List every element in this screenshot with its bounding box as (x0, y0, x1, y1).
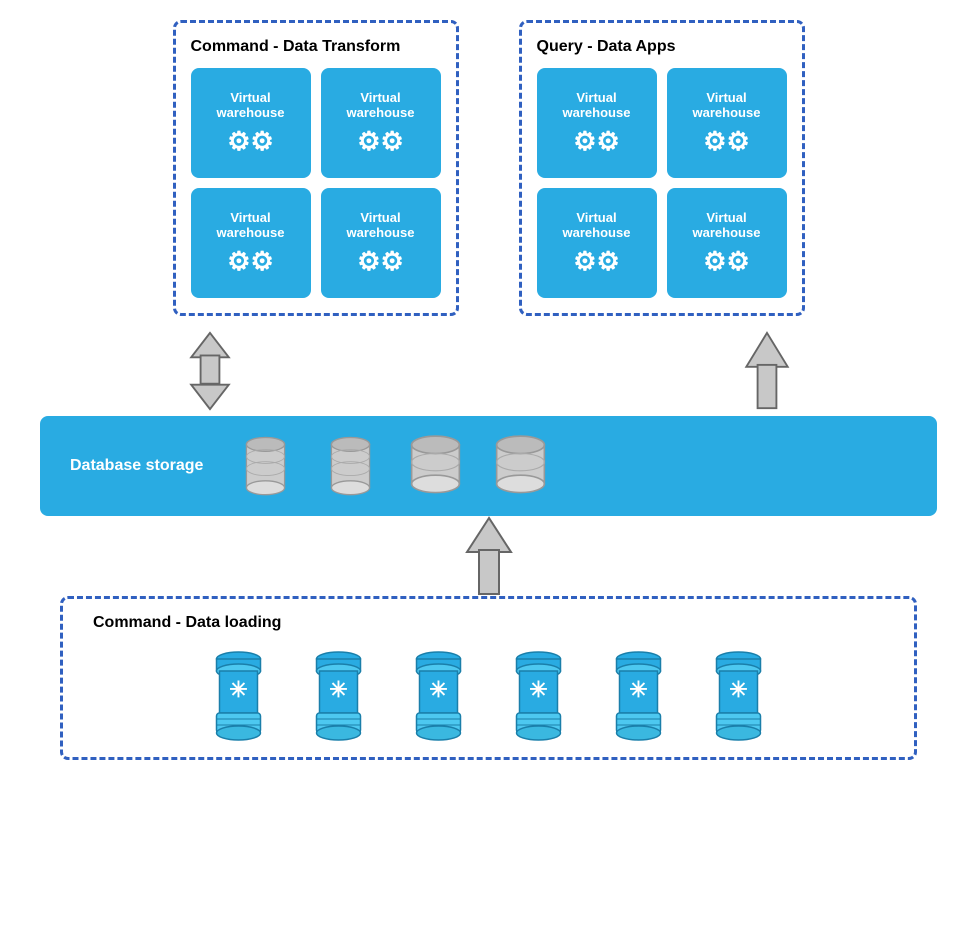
svg-text:✳: ✳ (629, 677, 647, 702)
database-storage-bar: Database storage (40, 416, 937, 516)
database-storage-label: Database storage (70, 457, 203, 475)
warehouse-label-5: Virtualwarehouse (563, 90, 631, 120)
warehouse-card-7: Virtualwarehouse ⚙⚙ (537, 188, 657, 298)
bottom-arrow-section (20, 516, 957, 596)
warehouse-label-7: Virtualwarehouse (563, 210, 631, 240)
loading-icons-row: ✳ ✳ (93, 647, 884, 742)
svg-text:✳: ✳ (529, 677, 547, 702)
loading-tube-3: ✳ (401, 647, 476, 742)
loading-tube-1: ✳ (201, 647, 276, 742)
arrow-left-area (60, 331, 360, 411)
upward-arrow-right (737, 331, 797, 411)
warehouse-card-4: Virtualwarehouse ⚙⚙ (321, 188, 441, 298)
svg-text:✳: ✳ (729, 677, 747, 702)
warehouse-card-5: Virtualwarehouse ⚙⚙ (537, 68, 657, 178)
bidirectional-arrow (180, 331, 240, 411)
warehouse-label-2: Virtualwarehouse (347, 90, 415, 120)
middle-arrows-section (60, 326, 917, 416)
command-warehouse-grid: Virtualwarehouse ⚙⚙ Virtualwarehouse ⚙⚙ … (191, 68, 441, 298)
svg-text:✳: ✳ (429, 677, 447, 702)
warehouse-label-8: Virtualwarehouse (693, 210, 761, 240)
warehouse-label-3: Virtualwarehouse (217, 210, 285, 240)
warehouse-label-6: Virtualwarehouse (693, 90, 761, 120)
gear-icon-5: ⚙⚙ (573, 126, 620, 157)
db-cylinder-3 (403, 434, 468, 499)
warehouse-card-6: Virtualwarehouse ⚙⚙ (667, 68, 787, 178)
warehouse-card-2: Virtualwarehouse ⚙⚙ (321, 68, 441, 178)
warehouse-label-4: Virtualwarehouse (347, 210, 415, 240)
command-data-loading-box: Command - Data loading ✳ (60, 596, 917, 760)
command-data-loading-title: Command - Data loading (93, 614, 884, 632)
diagram-container: Command - Data Transform Virtualwarehous… (0, 0, 977, 941)
db-cylinder-1 (233, 434, 298, 499)
warehouse-card-3: Virtualwarehouse ⚙⚙ (191, 188, 311, 298)
db-cylinder-2 (318, 434, 383, 499)
warehouse-card-1: Virtualwarehouse ⚙⚙ (191, 68, 311, 178)
arrow-right-area (617, 331, 917, 411)
top-row: Command - Data Transform Virtualwarehous… (20, 20, 957, 316)
query-data-apps-title: Query - Data Apps (537, 38, 787, 56)
svg-text:✳: ✳ (229, 677, 247, 702)
gear-icon-3: ⚙⚙ (227, 246, 274, 277)
command-data-transform-title: Command - Data Transform (191, 38, 441, 56)
db-cylinder-4 (488, 434, 553, 499)
gear-icon-2: ⚙⚙ (357, 126, 404, 157)
loading-tube-4: ✳ (501, 647, 576, 742)
query-data-apps-box: Query - Data Apps Virtualwarehouse ⚙⚙ Vi… (519, 20, 805, 316)
command-data-transform-box: Command - Data Transform Virtualwarehous… (173, 20, 459, 316)
loading-tube-6: ✳ (701, 647, 776, 742)
gear-icon-7: ⚙⚙ (573, 246, 620, 277)
gear-icon-8: ⚙⚙ (703, 246, 750, 277)
svg-text:✳: ✳ (329, 677, 347, 702)
query-warehouse-grid: Virtualwarehouse ⚙⚙ Virtualwarehouse ⚙⚙ … (537, 68, 787, 298)
warehouse-card-8: Virtualwarehouse ⚙⚙ (667, 188, 787, 298)
gear-icon-4: ⚙⚙ (357, 246, 404, 277)
loading-tube-2: ✳ (301, 647, 376, 742)
gear-icon-6: ⚙⚙ (703, 126, 750, 157)
warehouse-label-1: Virtualwarehouse (217, 90, 285, 120)
upward-arrow-bottom (459, 516, 519, 596)
loading-tube-5: ✳ (601, 647, 676, 742)
gear-icon-1: ⚙⚙ (227, 126, 274, 157)
db-cylinders (233, 434, 553, 499)
